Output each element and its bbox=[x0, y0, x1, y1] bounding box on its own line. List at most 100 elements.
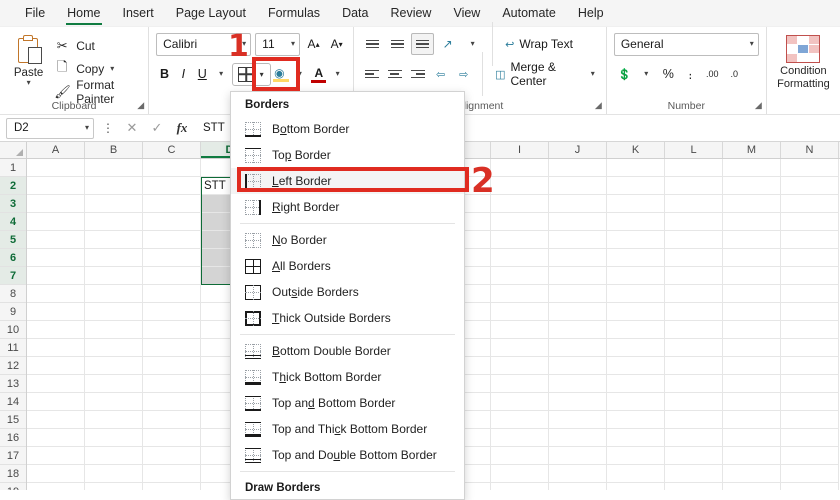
cell-J7[interactable] bbox=[549, 267, 607, 285]
cell-I1[interactable] bbox=[491, 159, 549, 177]
row-header-7[interactable]: 7 bbox=[0, 267, 26, 285]
column-header-N[interactable]: N bbox=[781, 142, 839, 158]
cell-M15[interactable] bbox=[723, 411, 781, 429]
cell-M14[interactable] bbox=[723, 393, 781, 411]
row-header-4[interactable]: 4 bbox=[0, 213, 26, 231]
format-painter-button[interactable]: 🖌 Format Painter bbox=[50, 78, 141, 106]
cell-M16[interactable] bbox=[723, 429, 781, 447]
menu-item-right-border[interactable]: Right Border bbox=[231, 194, 464, 220]
cell-J14[interactable] bbox=[549, 393, 607, 411]
cell-N5[interactable] bbox=[781, 231, 839, 249]
cell-K9[interactable] bbox=[607, 303, 665, 321]
cell-L2[interactable] bbox=[665, 177, 723, 195]
cell-L16[interactable] bbox=[665, 429, 723, 447]
borders-dropdown-menu[interactable]: Borders Bottom Border Top Border Left Bord… bbox=[230, 91, 465, 500]
dialog-launcher-icon[interactable]: ◢ bbox=[137, 100, 144, 111]
chevron-down-icon[interactable]: ▾ bbox=[258, 70, 268, 79]
cell-C6[interactable] bbox=[143, 249, 201, 267]
decrease-decimal-button[interactable]: .0 bbox=[724, 64, 745, 85]
menu-item-no-border[interactable]: No Border bbox=[231, 227, 464, 253]
cell-B19[interactable] bbox=[85, 483, 143, 490]
cell-B7[interactable] bbox=[85, 267, 143, 285]
percent-style-button[interactable]: % bbox=[658, 64, 679, 85]
cell-N16[interactable] bbox=[781, 429, 839, 447]
tab-data[interactable]: Data bbox=[331, 2, 379, 25]
cell-C9[interactable] bbox=[143, 303, 201, 321]
row-header-3[interactable]: 3 bbox=[0, 195, 26, 213]
cell-N13[interactable] bbox=[781, 375, 839, 393]
row-header-11[interactable]: 11 bbox=[0, 339, 26, 357]
tab-view[interactable]: View bbox=[442, 2, 491, 25]
cell-K5[interactable] bbox=[607, 231, 665, 249]
cell-K14[interactable] bbox=[607, 393, 665, 411]
column-header-K[interactable]: K bbox=[607, 142, 665, 158]
cell-J17[interactable] bbox=[549, 447, 607, 465]
cancel-icon[interactable]: ✕ bbox=[122, 120, 142, 136]
cell-C4[interactable] bbox=[143, 213, 201, 231]
cell-B2[interactable] bbox=[85, 177, 143, 195]
select-all-button[interactable] bbox=[0, 142, 27, 158]
cell-A11[interactable] bbox=[27, 339, 85, 357]
conditional-formatting-button[interactable]: Condition Formatting bbox=[777, 65, 830, 91]
cell-A19[interactable] bbox=[27, 483, 85, 490]
cell-M3[interactable] bbox=[723, 195, 781, 213]
cell-K4[interactable] bbox=[607, 213, 665, 231]
bold-button[interactable]: B bbox=[156, 63, 173, 85]
cell-K17[interactable] bbox=[607, 447, 665, 465]
menu-item-bottom-double-border[interactable]: Bottom Double Border bbox=[231, 338, 464, 364]
cell-L6[interactable] bbox=[665, 249, 723, 267]
row-header-5[interactable]: 5 bbox=[0, 231, 26, 249]
cut-button[interactable]: ✂ Cut bbox=[50, 36, 141, 56]
insert-function-icon[interactable]: fx bbox=[172, 120, 192, 136]
cell-A10[interactable] bbox=[27, 321, 85, 339]
cell-L1[interactable] bbox=[665, 159, 723, 177]
cell-M9[interactable] bbox=[723, 303, 781, 321]
cell-I19[interactable] bbox=[491, 483, 549, 490]
cell-L9[interactable] bbox=[665, 303, 723, 321]
cell-J9[interactable] bbox=[549, 303, 607, 321]
dialog-launcher-icon[interactable]: ◢ bbox=[595, 100, 602, 111]
cell-A2[interactable] bbox=[27, 177, 85, 195]
cell-K13[interactable] bbox=[607, 375, 665, 393]
cell-N8[interactable] bbox=[781, 285, 839, 303]
cell-C19[interactable] bbox=[143, 483, 201, 490]
cell-B8[interactable] bbox=[85, 285, 143, 303]
number-format-combo[interactable]: General ▾ bbox=[613, 32, 759, 56]
cell-K18[interactable] bbox=[607, 465, 665, 483]
cell-A14[interactable] bbox=[27, 393, 85, 411]
cell-A4[interactable] bbox=[27, 213, 85, 231]
cell-N4[interactable] bbox=[781, 213, 839, 231]
cell-M17[interactable] bbox=[723, 447, 781, 465]
menu-item-outside-borders[interactable]: Outside Borders bbox=[231, 279, 464, 305]
row-header-14[interactable]: 14 bbox=[0, 393, 26, 411]
cell-J15[interactable] bbox=[549, 411, 607, 429]
tab-page-layout[interactable]: Page Layout bbox=[165, 2, 257, 25]
cell-K6[interactable] bbox=[607, 249, 665, 267]
cell-I16[interactable] bbox=[491, 429, 549, 447]
tab-home[interactable]: Home bbox=[56, 2, 111, 25]
align-top-button[interactable] bbox=[361, 33, 384, 55]
cell-M19[interactable] bbox=[723, 483, 781, 490]
cell-K7[interactable] bbox=[607, 267, 665, 285]
align-middle-button[interactable] bbox=[386, 33, 409, 55]
cell-N11[interactable] bbox=[781, 339, 839, 357]
row-header-17[interactable]: 17 bbox=[0, 447, 26, 465]
cell-C16[interactable] bbox=[143, 429, 201, 447]
cell-L19[interactable] bbox=[665, 483, 723, 490]
more-options-icon[interactable]: ⋮ bbox=[99, 121, 117, 135]
cell-N6[interactable] bbox=[781, 249, 839, 267]
cell-M2[interactable] bbox=[723, 177, 781, 195]
cell-A3[interactable] bbox=[27, 195, 85, 213]
cell-I13[interactable] bbox=[491, 375, 549, 393]
column-header-C[interactable]: C bbox=[143, 142, 201, 158]
increase-font-size-button[interactable]: A ▴ bbox=[304, 33, 323, 55]
cell-J12[interactable] bbox=[549, 357, 607, 375]
cell-I8[interactable] bbox=[491, 285, 549, 303]
cell-L3[interactable] bbox=[665, 195, 723, 213]
cell-K15[interactable] bbox=[607, 411, 665, 429]
merge-and-center-button[interactable]: ◫ Merge & Center ▾ bbox=[491, 60, 599, 88]
row-header-9[interactable]: 9 bbox=[0, 303, 26, 321]
cell-A1[interactable] bbox=[27, 159, 85, 177]
confirm-icon[interactable]: ✓ bbox=[147, 120, 167, 136]
menu-item-top-and-double-bottom-border[interactable]: Top and Double Bottom Border bbox=[231, 442, 464, 468]
